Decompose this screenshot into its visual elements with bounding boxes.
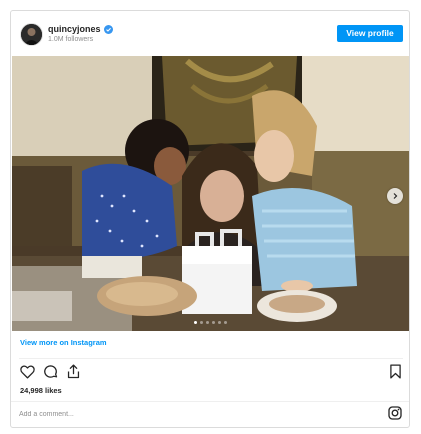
carousel-dot: [212, 321, 215, 324]
follower-count: 1.0M followers: [48, 36, 94, 43]
post-photo[interactable]: [12, 56, 409, 331]
divider: [19, 358, 403, 359]
username-link[interactable]: quincyjones: [48, 24, 101, 34]
carousel-dot: [200, 321, 203, 324]
carousel-next-button[interactable]: [387, 188, 403, 204]
view-more-link[interactable]: View more on Instagram: [20, 338, 107, 347]
share-upload-icon[interactable]: [65, 363, 82, 380]
carousel-dot: [206, 321, 209, 324]
like-heart-icon[interactable]: [19, 363, 36, 380]
chevron-right-icon: [393, 193, 398, 199]
instagram-embed-card: quincyjones 1.0M followers View profile: [10, 10, 410, 428]
instagram-logo-icon[interactable]: [387, 405, 403, 421]
comment-bubble-icon[interactable]: [42, 363, 59, 380]
like-count[interactable]: 24,998 likes: [20, 386, 62, 395]
username-row: quincyjones: [48, 24, 113, 34]
carousel-dot: [194, 321, 197, 324]
verified-badge-icon: [103, 24, 113, 34]
add-comment-input[interactable]: [19, 407, 369, 421]
view-profile-button[interactable]: View profile: [337, 25, 403, 42]
carousel-indicator: [12, 321, 409, 324]
bookmark-icon[interactable]: [387, 363, 404, 380]
divider: [11, 401, 409, 402]
post-actions: [19, 363, 403, 383]
photo-illustration: [12, 56, 409, 331]
post-header: quincyjones 1.0M followers View profile: [11, 11, 411, 56]
carousel-dot: [224, 321, 227, 324]
profile-avatar[interactable]: [20, 23, 43, 46]
carousel-dot: [218, 321, 221, 324]
